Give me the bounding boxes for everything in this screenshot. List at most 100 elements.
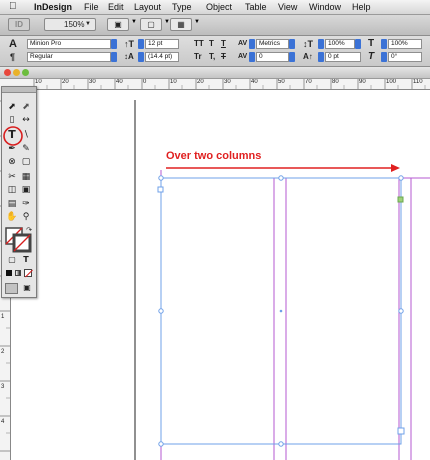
frame-handle[interactable] bbox=[158, 308, 164, 314]
all-caps-button[interactable]: TT bbox=[194, 39, 204, 49]
horizontal-ruler[interactable]: 10 20 30 40 0 10 20 30 40 50 70 80 90 10… bbox=[0, 79, 430, 90]
menu-window[interactable]: Window bbox=[309, 1, 341, 13]
close-window-button[interactable] bbox=[4, 69, 11, 76]
hand-tool-icon[interactable]: ✋ bbox=[6, 211, 18, 223]
frame-handle[interactable] bbox=[398, 308, 404, 314]
menu-file[interactable]: File bbox=[84, 1, 99, 13]
pasteboard[interactable]: Over two columns bbox=[11, 90, 430, 460]
skew-stepper[interactable] bbox=[381, 52, 387, 62]
tracking-dropdown[interactable] bbox=[289, 52, 295, 62]
menu-table[interactable]: Table bbox=[245, 1, 267, 13]
kerning-dropdown[interactable] bbox=[289, 39, 295, 49]
rectangle-frame-tool-icon[interactable]: ⊗ bbox=[6, 156, 18, 168]
skew-field[interactable]: 0° bbox=[388, 52, 422, 62]
menu-layout[interactable]: Layout bbox=[134, 1, 161, 13]
font-style-field[interactable]: Regular bbox=[27, 52, 111, 62]
formatting-container-icon[interactable]: ▢ bbox=[6, 254, 18, 266]
menu-help[interactable]: Help bbox=[352, 1, 371, 13]
minimize-window-button[interactable] bbox=[13, 69, 20, 76]
baseline-shift-icon: A↑ bbox=[303, 52, 313, 61]
strikethrough-button[interactable]: T bbox=[221, 52, 226, 62]
ruler-label: 110 bbox=[413, 79, 423, 85]
small-caps-button[interactable]: T bbox=[209, 39, 214, 49]
vertical-scale-dropdown[interactable] bbox=[355, 39, 361, 49]
superscript-button[interactable]: Tr bbox=[194, 52, 202, 62]
arrange-documents-icon: ▦ bbox=[177, 20, 185, 29]
menu-bar:  InDesign File Edit Layout Type Object … bbox=[0, 0, 430, 15]
selection-tool-icon[interactable]: ⬈ bbox=[6, 101, 18, 113]
menu-edit[interactable]: Edit bbox=[108, 1, 124, 13]
pencil-tool-icon[interactable]: ✎ bbox=[20, 143, 32, 155]
out-port-icon[interactable] bbox=[397, 427, 405, 435]
kerning-stepper[interactable] bbox=[249, 39, 255, 49]
tracking-field[interactable]: 0 bbox=[256, 52, 289, 62]
subscript-button[interactable]: T, bbox=[209, 52, 215, 62]
eyedropper-tool-icon[interactable]: ✑ bbox=[20, 198, 32, 210]
view-options-button[interactable]: ▣ bbox=[107, 18, 129, 31]
menu-type[interactable]: Type bbox=[172, 1, 192, 13]
tools-panel-grip[interactable] bbox=[2, 87, 36, 93]
leading-field[interactable]: (14.4 pt) bbox=[145, 52, 179, 62]
frame-handle[interactable] bbox=[158, 441, 164, 447]
free-transform-tool-icon[interactable]: ▦ bbox=[20, 171, 32, 183]
font-family-dropdown[interactable] bbox=[111, 39, 117, 49]
underline-button[interactable]: T bbox=[221, 39, 226, 49]
baseline-shift-stepper[interactable] bbox=[318, 52, 324, 62]
frame-handle[interactable] bbox=[398, 175, 404, 181]
zoom-level-select[interactable]: 150% ▼ bbox=[44, 18, 96, 31]
leading-stepper[interactable] bbox=[138, 52, 144, 62]
apply-gradient-icon[interactable] bbox=[15, 270, 21, 276]
character-formatting-icon[interactable]: A bbox=[9, 39, 17, 50]
note-tool-icon[interactable]: ▤ bbox=[6, 198, 18, 210]
normal-view-mode-icon[interactable] bbox=[5, 283, 18, 294]
tracking-stepper[interactable] bbox=[249, 52, 255, 62]
apply-color-icon[interactable] bbox=[6, 270, 12, 276]
chevron-down-icon: ▼ bbox=[131, 19, 137, 25]
ruler-label: 20 bbox=[197, 79, 204, 85]
font-style-dropdown[interactable] bbox=[111, 52, 117, 62]
chevron-down-icon: ▼ bbox=[85, 21, 91, 27]
bridge-button[interactable]: ID bbox=[8, 18, 30, 31]
ruler-label: 20 bbox=[62, 79, 69, 85]
paragraph-formatting-icon[interactable]: ¶ bbox=[10, 52, 15, 62]
zoom-window-button[interactable] bbox=[22, 69, 29, 76]
font-family-field[interactable]: Minion Pro bbox=[27, 39, 111, 49]
document-window-titlebar bbox=[0, 67, 430, 79]
vertical-scale-stepper[interactable] bbox=[318, 39, 324, 49]
menu-view[interactable]: View bbox=[278, 1, 297, 13]
gradient-swatch-tool-icon[interactable]: ◫ bbox=[6, 184, 18, 196]
preview-mode-icon[interactable]: ▣ bbox=[21, 282, 33, 294]
tools-panel: ⬈ ⬈ ▯ ↔ T ∖ ✒ ✎ ⊗ ▢ ✂ ▦ ◫ ▣ ▤ ✑ ✋ ⚲ ↷ ▢ … bbox=[1, 86, 37, 298]
rectangle-tool-icon[interactable]: ▢ bbox=[20, 156, 32, 168]
screen-mode-button[interactable]: ▢ bbox=[140, 18, 162, 31]
formatting-text-icon[interactable]: T bbox=[20, 254, 32, 266]
frame-handle[interactable] bbox=[158, 175, 164, 181]
menu-app-name[interactable]: InDesign bbox=[34, 1, 72, 13]
in-port-icon[interactable] bbox=[157, 186, 164, 193]
apple-icon[interactable]:  bbox=[9, 1, 17, 13]
pen-tool-icon[interactable]: ✒ bbox=[6, 143, 18, 155]
ruler-label: 80 bbox=[332, 79, 339, 85]
frame-handle[interactable] bbox=[278, 175, 284, 181]
font-size-field[interactable]: 12 pt bbox=[145, 39, 179, 49]
horizontal-scale-stepper[interactable] bbox=[381, 39, 387, 49]
zoom-tool-icon[interactable]: ⚲ bbox=[20, 211, 32, 223]
vertical-scale-icon: ↕T bbox=[303, 39, 313, 49]
arrange-documents-button[interactable]: ▦ bbox=[170, 18, 192, 31]
frame-handle[interactable] bbox=[278, 441, 284, 447]
scissors-tool-icon[interactable]: ✂ bbox=[6, 171, 18, 183]
gradient-feather-tool-icon[interactable]: ▣ bbox=[20, 184, 32, 196]
line-tool-icon[interactable]: ∖ bbox=[20, 129, 32, 141]
apply-none-icon[interactable] bbox=[24, 269, 33, 278]
kerning-field[interactable]: Metrics bbox=[256, 39, 289, 49]
vertical-scale-field[interactable]: 100% bbox=[325, 39, 355, 49]
direct-selection-tool-icon[interactable]: ⬈ bbox=[20, 101, 32, 113]
threading-marker-icon bbox=[397, 196, 404, 203]
swap-fill-stroke-icon[interactable]: ↷ bbox=[23, 224, 35, 236]
horizontal-scale-field[interactable]: 100% bbox=[388, 39, 422, 49]
baseline-shift-field[interactable]: 0 pt bbox=[325, 52, 361, 62]
ruler-label: 30 bbox=[224, 79, 231, 85]
menu-object[interactable]: Object bbox=[206, 1, 232, 13]
ruler-label: 40 bbox=[251, 79, 258, 85]
font-size-stepper[interactable] bbox=[138, 39, 144, 49]
